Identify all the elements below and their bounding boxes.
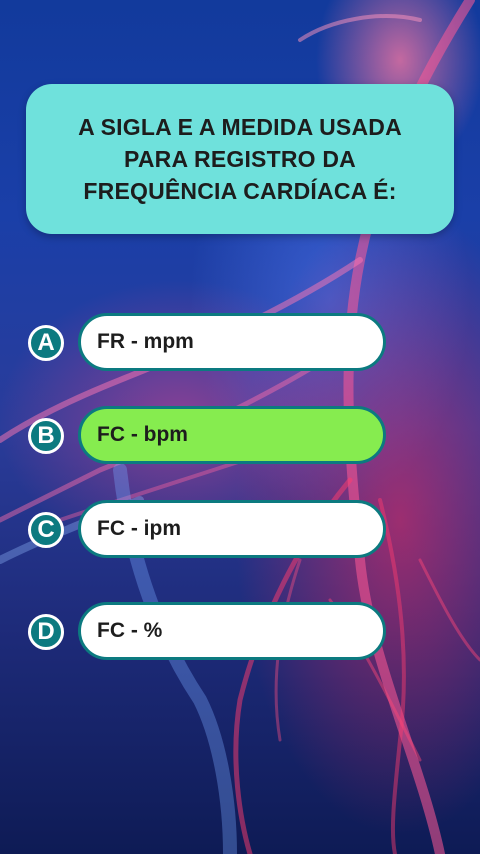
option-a-label[interactable]: FR - mpm <box>78 313 386 371</box>
option-b[interactable]: B FC - bpm <box>26 406 386 464</box>
question-text: A SIGLA E A MEDIDA USADA PARA REGISTRO D… <box>78 114 402 204</box>
option-a[interactable]: A FR - mpm <box>26 313 386 371</box>
option-d-letter: D <box>28 614 64 650</box>
option-d-label[interactable]: FC - % <box>78 602 386 660</box>
option-c[interactable]: C FC - ipm <box>26 500 386 558</box>
option-a-letter: A <box>28 325 64 361</box>
option-c-label[interactable]: FC - ipm <box>78 500 386 558</box>
option-d[interactable]: D FC - % <box>26 602 386 660</box>
option-b-letter: B <box>28 418 64 454</box>
option-c-letter: C <box>28 512 64 548</box>
question-card: A SIGLA E A MEDIDA USADA PARA REGISTRO D… <box>26 84 454 234</box>
option-b-label[interactable]: FC - bpm <box>78 406 386 464</box>
